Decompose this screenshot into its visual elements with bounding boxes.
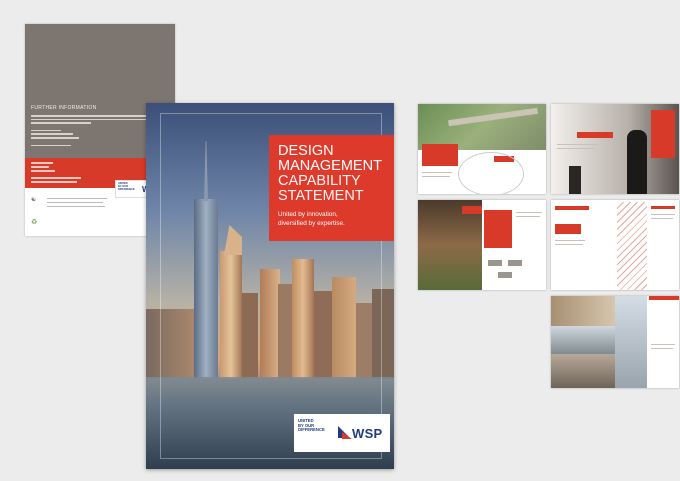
further-information-heading: FURTHER INFORMATION xyxy=(31,105,97,111)
title-line-design: DESIGN xyxy=(278,143,334,159)
title-line-statement: STATEMENT xyxy=(278,188,364,204)
spread-thumbnail-2 xyxy=(551,104,679,194)
title-line-capability: CAPABILITY xyxy=(278,173,361,189)
subtitle-line: diversified by expertise. xyxy=(278,220,345,227)
title-line-management: MANAGEMENT xyxy=(278,158,382,174)
subtitle-line: United by innovation, xyxy=(278,211,338,218)
fsc-logo: ☯ xyxy=(31,197,37,203)
spread-thumbnail-5 xyxy=(551,296,679,388)
wsp-logo: WSP xyxy=(352,426,383,441)
spread-thumbnail-3 xyxy=(418,200,546,290)
spread-thumbnail-1 xyxy=(418,104,546,194)
title-panel: DESIGN MANAGEMENT CAPABILITY STATEMENT U… xyxy=(269,135,394,241)
logo-text-line: DIFFERENCE xyxy=(118,187,135,191)
logo-text-line: DIFFERENCE xyxy=(298,427,325,433)
wsp-logo-panel: UNITED BY OUR DIFFERENCE WSP xyxy=(294,414,390,452)
recycle-icon: ♻ xyxy=(31,219,38,226)
wsp-logo-mark-red xyxy=(342,432,352,439)
front-cover-page: DESIGN MANAGEMENT CAPABILITY STATEMENT U… xyxy=(146,103,394,469)
spread-thumbnail-4 xyxy=(551,200,679,290)
